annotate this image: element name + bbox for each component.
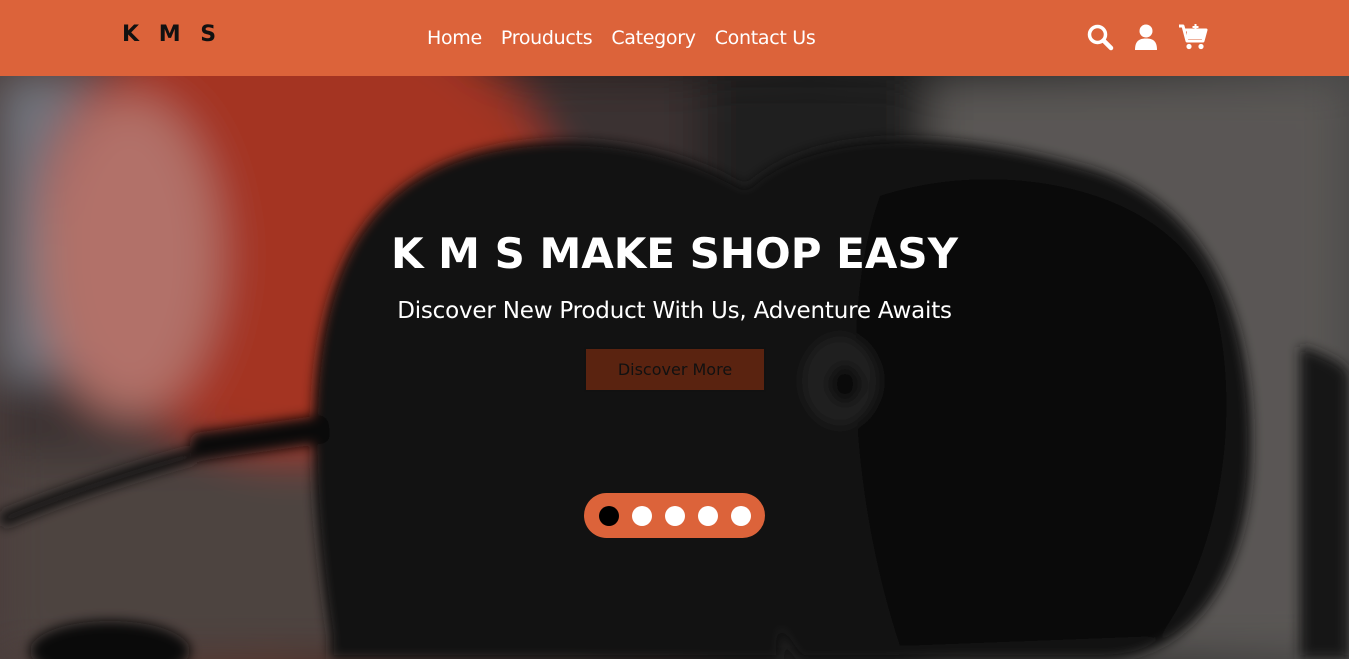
carousel-dot-1[interactable] xyxy=(598,505,619,526)
header-icons xyxy=(1086,23,1208,51)
carousel-dot-3[interactable] xyxy=(664,505,685,526)
hero-banner: K M S MAKE SHOP EASY Discover New Produc… xyxy=(0,76,1349,659)
discover-more-button[interactable]: Discover More xyxy=(584,347,766,392)
carousel-dot-2[interactable] xyxy=(631,505,652,526)
hero-subtitle: Discover New Product With Us, Adventure … xyxy=(397,298,952,324)
logo[interactable]: K M S xyxy=(122,22,222,47)
carousel-dot-4[interactable] xyxy=(697,505,718,526)
search-icon[interactable] xyxy=(1086,23,1114,51)
navbar: K M S Home Prouducts Category Contact Us xyxy=(0,0,1349,76)
main-nav: Home Prouducts Category Contact Us xyxy=(427,24,816,52)
carousel-indicators xyxy=(584,493,765,538)
carousel-dot-5[interactable] xyxy=(730,505,751,526)
nav-category[interactable]: Category xyxy=(611,24,696,52)
user-icon[interactable] xyxy=(1132,23,1160,51)
hero-title: K M S MAKE SHOP EASY xyxy=(391,229,958,278)
nav-contact-us[interactable]: Contact Us xyxy=(715,24,816,52)
nav-home[interactable]: Home xyxy=(427,24,482,52)
nav-products[interactable]: Prouducts xyxy=(501,24,593,52)
cart-icon[interactable] xyxy=(1178,23,1208,51)
